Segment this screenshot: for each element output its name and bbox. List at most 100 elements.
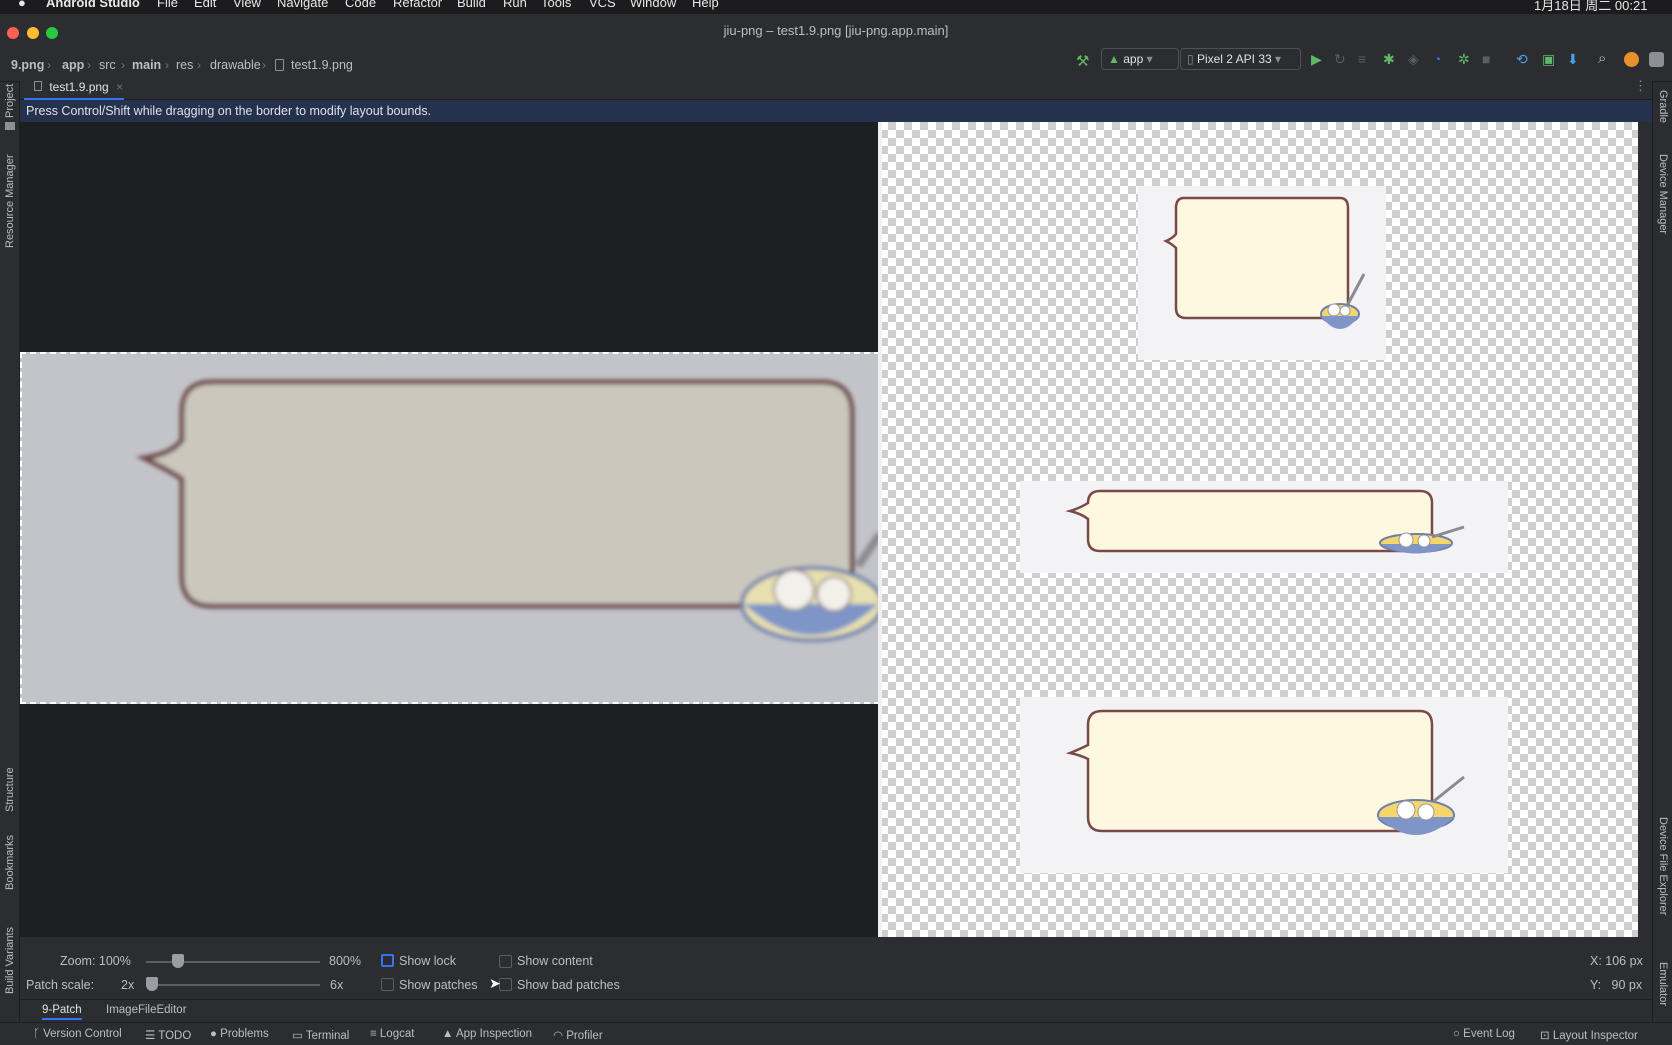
stop-icon[interactable]: ■ [1482, 51, 1490, 67]
search-icon[interactable]: ⌕ [1598, 50, 1606, 67]
avatar[interactable] [1649, 52, 1664, 67]
preview-large [1020, 697, 1508, 873]
debug-icon[interactable]: ✱ [1383, 51, 1395, 68]
event-log-label: Event Log [1463, 1028, 1515, 1040]
breadcrumb-app[interactable]: app [62, 58, 84, 72]
close-icon[interactable]: × [116, 80, 123, 94]
menu-help[interactable]: Help [692, 0, 719, 10]
breadcrumb-src[interactable]: src [99, 58, 116, 72]
show-content-label[interactable]: Show content [517, 954, 593, 968]
menu-run[interactable]: Run [503, 0, 527, 10]
apply-changes-icon[interactable]: ≡ [1358, 51, 1366, 67]
folder-icon [5, 122, 15, 130]
breadcrumb-separator: › [165, 58, 169, 72]
sdk-manager-icon[interactable]: ⬇ [1567, 51, 1579, 68]
window-title-bar: jiu-png – test1.9.png [jiu-png.app.main] [0, 14, 1672, 50]
menu-file[interactable]: File [157, 0, 178, 10]
breadcrumb-main[interactable]: main [132, 58, 161, 72]
tool-device-file-explorer[interactable]: Device File Explorer [1657, 817, 1669, 915]
tool-device-manager[interactable]: Device Manager [1657, 154, 1669, 234]
tool-bookmarks[interactable]: Bookmarks [4, 835, 16, 890]
zoom-slider-knob[interactable] [171, 954, 184, 968]
patch-scale-slider[interactable] [146, 984, 320, 986]
show-lock-label[interactable]: Show lock [399, 954, 456, 968]
patch-max-label: 6x [330, 978, 344, 992]
show-bad-patches-label[interactable]: Show bad patches [517, 978, 620, 992]
menu-vcs[interactable]: VCS [589, 0, 616, 10]
menu-refactor[interactable]: Refactor [393, 0, 442, 10]
avd-manager-icon[interactable]: ▣ [1542, 51, 1555, 68]
editor-tab[interactable]: test1.9.png × [24, 74, 124, 100]
apple-icon[interactable]: ● [18, 0, 26, 10]
tool-build-variants[interactable]: Build Variants [4, 927, 16, 994]
tool-project[interactable]: Project [4, 84, 16, 118]
attach-debugger-icon[interactable]: ◈ [1408, 51, 1419, 68]
update-icon[interactable] [1624, 52, 1639, 67]
logcat-button[interactable]: ≡ Logcat [370, 1028, 414, 1040]
more-options-icon[interactable]: ⋮ [1634, 78, 1647, 94]
preview-bubble-square [1163, 196, 1366, 329]
status-bar: ᚴ Version Control ☰ TODO ● Problems ▭ Te… [0, 1022, 1672, 1045]
tool-emulator[interactable]: Emulator [1657, 962, 1669, 1006]
breadcrumb-res[interactable]: res [176, 58, 193, 72]
sync-gradle-icon[interactable]: ⟲ [1516, 51, 1528, 68]
menu-app-name[interactable]: Android Studio [46, 0, 140, 10]
show-lock-checkbox[interactable] [381, 954, 394, 967]
event-log-button[interactable]: ○ Event Log [1453, 1028, 1515, 1040]
menu-build[interactable]: Build [457, 0, 486, 10]
rerun-icon[interactable]: ↻ [1334, 51, 1346, 68]
terminal-button[interactable]: ▭ Terminal [292, 1028, 349, 1042]
tab-9-patch[interactable]: 9-Patch [42, 1004, 82, 1020]
zoomed-nine-patch-image[interactable] [20, 352, 884, 704]
breadcrumb-project[interactable]: 9.png [11, 58, 44, 72]
menu-view[interactable]: View [233, 0, 261, 10]
run-icon[interactable]: ▶ [1311, 51, 1322, 68]
info-icon: ● [210, 1028, 221, 1040]
splitter-handle[interactable] [878, 122, 882, 950]
show-content-checkbox[interactable] [499, 955, 512, 968]
close-window-button[interactable] [7, 27, 19, 39]
problems-label: Problems [220, 1028, 269, 1040]
android-icon: ▲ [442, 1028, 456, 1040]
menubar-clock[interactable]: 1月18日 周二 00:21 [1534, 0, 1647, 14]
tool-resource-manager[interactable]: Resource Manager [4, 154, 16, 248]
menu-code[interactable]: Code [345, 0, 376, 10]
run-config-selector[interactable]: ▲ app ▾ [1101, 48, 1179, 70]
breadcrumb-separator: › [262, 58, 266, 72]
profiler-button[interactable]: ◠ Profiler [553, 1028, 603, 1042]
macos-menu-bar: ● Android Studio File Edit View Navigate… [0, 0, 1672, 14]
editor-tab-bar: test1.9.png × ⋮ [20, 74, 1652, 100]
run-config-label: app [1123, 52, 1144, 66]
breadcrumb-file[interactable]: test1.9.png [291, 58, 353, 72]
app-inspection-button[interactable]: ▲ App Inspection [442, 1028, 532, 1040]
layout-inspector-button[interactable]: ⊡ Layout Inspector [1540, 1028, 1638, 1042]
menu-navigate[interactable]: Navigate [277, 0, 328, 10]
menu-window[interactable]: Window [630, 0, 676, 10]
tool-gradle[interactable]: Gradle [1657, 90, 1669, 123]
menu-tools[interactable]: Tools [541, 0, 571, 10]
todo-button[interactable]: ☰ TODO [145, 1028, 191, 1042]
patch-scale-label: Patch scale: [26, 978, 95, 992]
show-patches-label[interactable]: Show patches [399, 978, 478, 992]
tab-image-file-editor[interactable]: ImageFileEditor [106, 1004, 187, 1016]
minimize-window-button[interactable] [27, 27, 39, 39]
editor-mode-tabs: 9-Patch ImageFileEditor [20, 999, 1652, 1021]
profile-icon[interactable]: ◔ [1433, 51, 1441, 67]
tool-structure[interactable]: Structure [4, 767, 16, 812]
breadcrumb-drawable[interactable]: drawable [210, 58, 261, 72]
menu-edit[interactable]: Edit [194, 0, 216, 10]
logcat-icon: ≡ [370, 1028, 380, 1040]
device-selector[interactable]: ▯ Pixel 2 API 33 ▾ [1180, 48, 1301, 70]
breadcrumb-separator: › [121, 58, 125, 72]
version-control-button[interactable]: ᚴ Version Control [33, 1028, 122, 1040]
preview-bubble-large [1065, 709, 1465, 835]
gauge-icon: ◠ [553, 1030, 567, 1042]
android-icon: ▲ [1108, 52, 1120, 66]
show-patches-checkbox[interactable] [381, 978, 394, 991]
debug-process-icon[interactable]: ✲ [1458, 51, 1470, 68]
zoom-window-button[interactable] [46, 27, 58, 39]
hammer-build-icon[interactable]: ⚒ [1076, 52, 1089, 70]
editor-tab-label: test1.9.png [49, 80, 109, 94]
patch-scale-slider-knob[interactable] [146, 977, 158, 991]
problems-button[interactable]: ● Problems [210, 1028, 269, 1040]
